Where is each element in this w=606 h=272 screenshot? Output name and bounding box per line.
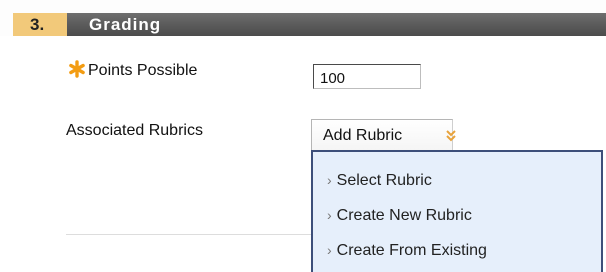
add-rubric-label: Add Rubric [323,127,403,144]
points-possible-input[interactable] [313,64,421,89]
section-title: Grading [89,15,162,34]
row-divider [66,234,311,235]
grading-panel: 3. Grading Points Possible Associated Ru… [0,0,606,272]
required-star-icon [69,60,85,78]
points-possible-label: Points Possible [88,62,198,79]
section-title-bar: Grading [67,13,606,36]
menu-item-label: Select Rubric [336,172,432,189]
menu-item-label: Create New Rubric [336,207,472,224]
associated-rubrics-label: Associated Rubrics [66,122,203,139]
menu-item-create-from-existing[interactable]: › Create From Existing [327,239,487,261]
chevron-right-icon: › [327,242,332,258]
step-number: 3. [13,13,67,36]
add-rubric-menu: › Select Rubric › Create New Rubric › Creat… [311,150,603,272]
menu-item-select-rubric[interactable]: › Select Rubric [327,169,432,191]
menu-item-create-new-rubric[interactable]: › Create New Rubric [327,204,472,226]
menu-item-label: Create From Existing [336,242,487,259]
add-rubric-button[interactable]: Add Rubric [311,119,456,150]
double-chevron-down-icon [446,130,456,142]
chevron-right-icon: › [327,207,332,223]
section-header: 3. Grading [0,0,606,36]
chevron-right-icon: › [327,172,332,188]
